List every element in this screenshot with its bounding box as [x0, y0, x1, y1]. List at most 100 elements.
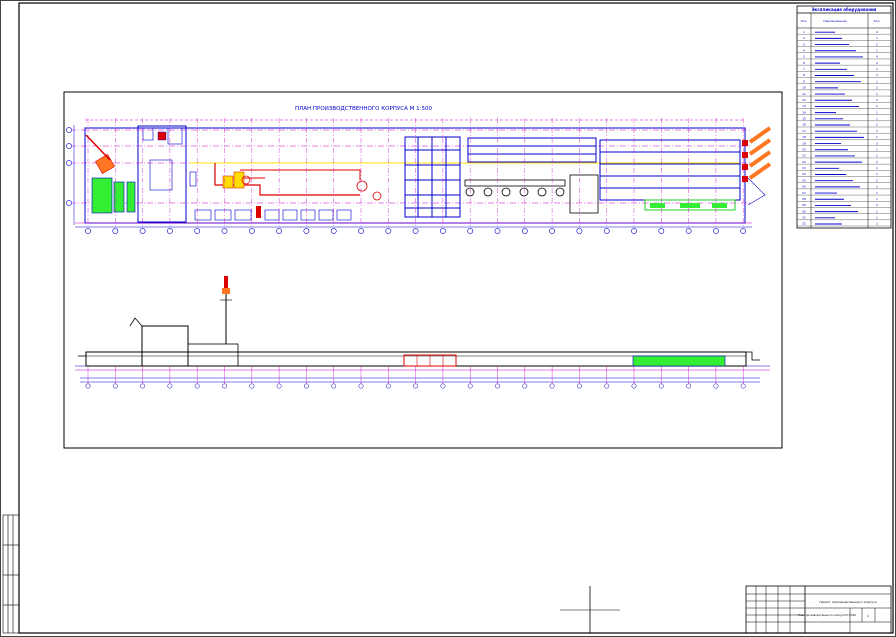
section-axis-bubble: [331, 383, 337, 389]
section-axis-bubble: [385, 383, 391, 389]
spec-row-num: 4: [803, 48, 805, 52]
axis-bubble: [221, 228, 228, 234]
spec-row-num: 30: [802, 209, 806, 213]
spec-row-qty: 2: [876, 86, 878, 90]
spec-row-num: 5: [803, 55, 805, 59]
section-axis-bubble: [467, 383, 473, 389]
axis-bubble: [66, 143, 72, 149]
spec-row-qty: 1: [876, 216, 878, 220]
axis-bubble: [740, 228, 747, 234]
spec-row-num: 31: [802, 216, 806, 220]
spec-row-qty: 1: [876, 79, 878, 83]
spec-row-qty: 1: [876, 197, 878, 201]
spec-row-qty: 2: [876, 203, 878, 207]
axis-bubble: [439, 228, 446, 234]
titleblock-sheet-label: План производственного корпуса М 1:500: [798, 613, 856, 617]
section-axis-bubble: [549, 383, 555, 389]
section-axis-bubble: [631, 383, 637, 389]
section-axis-bubble: [303, 383, 309, 389]
spec-row-num: 14: [802, 110, 806, 114]
section-axis-bubble: [495, 383, 500, 389]
spec-row-qty: 1: [876, 172, 878, 176]
section-axis-bubble: [358, 383, 364, 389]
spec-row-num: 1: [803, 30, 805, 34]
section-axis-bubble: [112, 383, 118, 389]
spec-title: Экспликация оборудования: [812, 7, 877, 12]
spec-row-num: 20: [802, 147, 806, 151]
section-axis-bubble: [522, 383, 528, 389]
spec-row-qty: 2: [876, 178, 878, 182]
titleblock-sheet-no: 1: [867, 614, 869, 618]
axis-bubble: [549, 228, 555, 234]
section-axis-bubble: [686, 383, 692, 389]
spec-row-qty: 1: [876, 154, 878, 158]
axis-bubble: [658, 228, 665, 234]
spec-row-qty: 1: [876, 98, 878, 102]
spec-row-num: 3: [803, 42, 805, 46]
spec-row-qty: 1: [876, 147, 878, 151]
axis-bubble: [112, 228, 119, 234]
axis-bubble: [576, 228, 583, 234]
spec-row-qty: 1: [876, 209, 878, 213]
spec-row-qty: 3: [876, 73, 878, 77]
axis-bubble: [330, 228, 337, 234]
section-axis-bubble: [576, 383, 582, 389]
spec-row-qty: 1: [876, 48, 878, 52]
axis-bubble: [66, 160, 72, 166]
axis-bubble: [385, 228, 392, 234]
spec-row-qty: 1: [876, 166, 878, 170]
section-axis-bubble: [194, 383, 200, 389]
section-axis-bubble: [85, 383, 91, 389]
axis-bubble: [248, 228, 255, 234]
section-axis-bubble: [440, 383, 446, 389]
section-axis-bubble: [604, 383, 610, 389]
section-axis-bubble: [276, 383, 282, 389]
spec-row-qty: 1: [876, 191, 878, 195]
spec-row-qty: 1: [876, 129, 878, 133]
spec-header-name: Наименование: [823, 19, 846, 23]
spec-row-qty: 1: [876, 117, 878, 121]
axis-bubble: [276, 228, 282, 234]
spec-row-num: 22: [802, 160, 806, 164]
axis-bubble: [139, 228, 146, 234]
axis-bubble: [358, 228, 364, 234]
axis-bubble: [303, 228, 310, 234]
spec-row-num: 10: [802, 86, 806, 90]
spec-row-num: 32: [802, 222, 806, 226]
spec-row-num: 2: [803, 36, 805, 40]
section-axis-bubble: [413, 383, 419, 389]
spec-row-num: 17: [802, 129, 806, 133]
titleblock-project: Проект производственного корпуса: [819, 600, 876, 604]
section-axis-bubble: [740, 383, 746, 389]
spec-row-num: 24: [802, 172, 806, 176]
axis-bubble: [713, 228, 719, 234]
section-axis-bubble: [140, 383, 146, 389]
spec-row-qty: 1: [876, 92, 878, 96]
spec-row-num: 7: [803, 67, 805, 71]
axis-bubble: [521, 228, 528, 234]
spec-row-qty: 1: [876, 222, 878, 226]
axis-bubble: [467, 228, 474, 234]
spec-row-num: 11: [802, 92, 806, 96]
spec-row-num: 18: [802, 135, 806, 139]
spec-row-num: 13: [802, 104, 806, 108]
section-axis-bubble: [658, 383, 664, 389]
spec-header-num: Поз.: [801, 19, 808, 23]
axis-bubble: [66, 127, 72, 133]
spec-row-qty: 4: [876, 55, 878, 59]
spec-row-qty: 1: [876, 110, 878, 114]
axis-bubble: [685, 228, 692, 234]
spec-row-num: 16: [802, 123, 806, 127]
section-axis-bubble: [713, 383, 719, 389]
axis-bubble: [631, 228, 637, 234]
spec-row-qty: 2: [876, 42, 878, 46]
spec-row-qty: 4: [876, 30, 878, 34]
axis-bubble: [85, 228, 91, 234]
spec-row-qty: 2: [876, 104, 878, 108]
axis-bubble: [166, 228, 173, 234]
section-axis-bubble: [167, 383, 173, 389]
spec-row-qty: 1: [876, 36, 878, 40]
plan-title: ПЛАН ПРОИЗВОДСТВЕННОГО КОРПУСА М 1:500: [295, 106, 432, 112]
spec-row-num: 12: [802, 98, 806, 102]
spec-row-qty: 2: [876, 61, 878, 65]
